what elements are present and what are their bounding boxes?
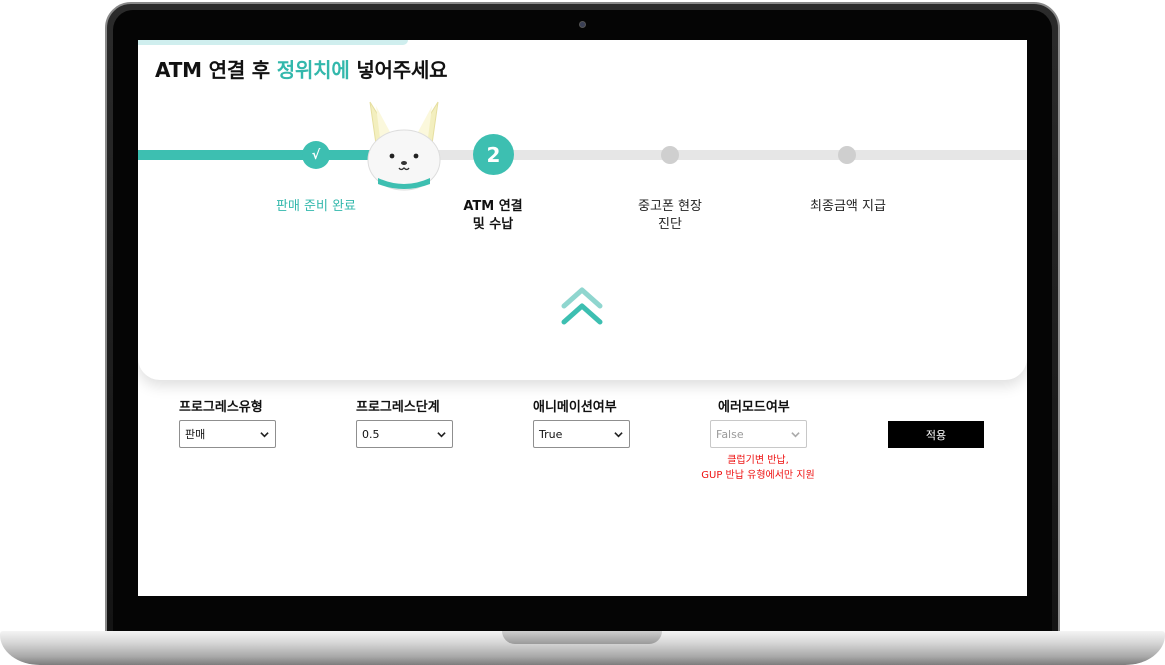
chevron-down-icon xyxy=(260,432,269,438)
double-chevron-up-icon[interactable] xyxy=(558,284,606,328)
error-note-line2: GUP 반납 유형에서만 지원 xyxy=(701,470,815,481)
error-mode-label: 에러모드여부 xyxy=(718,400,790,415)
title-prefix: ATM 연결 후 xyxy=(155,58,277,82)
step-2-label-line2: 및 수납 xyxy=(472,217,514,232)
progress-type-label: 프로그레스유형 xyxy=(179,400,263,415)
top-accent-bar xyxy=(138,40,408,45)
progress-stage-value: 0.5 xyxy=(362,427,380,441)
progress-card: ATM 연결 후 정위치에 넣어주세요 √ 2 판매 준비 완료 ATM 연결 … xyxy=(138,40,1027,380)
error-mode-value: False xyxy=(716,427,744,441)
step-3-label: 중고폰 현장 진단 xyxy=(606,198,734,234)
step-3-label-line2: 진단 xyxy=(658,217,682,232)
step-3-label-line1: 중고폰 현장 xyxy=(638,199,702,214)
progress-type-select[interactable]: 판매 xyxy=(179,420,276,448)
step-3-marker xyxy=(661,146,679,164)
error-note-line1: 클럽기변 반납, xyxy=(727,455,789,466)
title-suffix: 넣어주세요 xyxy=(349,58,448,82)
step-1-done-marker: √ xyxy=(302,141,330,169)
error-mode-select: False xyxy=(710,420,807,448)
progress-stage-select[interactable]: 0.5 xyxy=(356,420,453,448)
step-4-label: 최종금액 지급 xyxy=(784,198,912,216)
laptop-base-notch xyxy=(502,631,662,644)
progress-type-value: 판매 xyxy=(185,428,206,441)
chevron-down-icon xyxy=(437,432,446,438)
step-1-label: 판매 준비 완료 xyxy=(252,198,380,216)
step-4-marker xyxy=(838,146,856,164)
chevron-down-icon xyxy=(791,432,800,438)
apply-button[interactable]: 적용 xyxy=(888,421,984,448)
title-highlight: 정위치에 xyxy=(276,58,350,82)
page-title: ATM 연결 후 정위치에 넣어주세요 xyxy=(155,54,448,83)
step-4-label-line1: 최종금액 지급 xyxy=(810,199,886,214)
step-1-label-line1: 판매 준비 완료 xyxy=(275,199,357,214)
camera-icon xyxy=(579,21,586,28)
step-2-label: ATM 연결 및 수납 xyxy=(429,198,557,234)
animation-select[interactable]: True xyxy=(533,420,630,448)
animation-value: True xyxy=(539,427,563,441)
step-2-current-marker: 2 xyxy=(473,134,514,175)
fox-mascot-icon xyxy=(367,101,441,191)
animation-label: 애니메이션여부 xyxy=(533,400,617,415)
step-2-label-line1: ATM 연결 xyxy=(463,199,523,214)
progress-stage-label: 프로그레스단계 xyxy=(356,400,440,415)
error-mode-note: 클럽기변 반납, GUP 반납 유형에서만 지원 xyxy=(678,453,838,483)
screen: ATM 연결 후 정위치에 넣어주세요 √ 2 판매 준비 완료 ATM 연결 … xyxy=(138,40,1027,596)
chevron-down-icon xyxy=(614,432,623,438)
